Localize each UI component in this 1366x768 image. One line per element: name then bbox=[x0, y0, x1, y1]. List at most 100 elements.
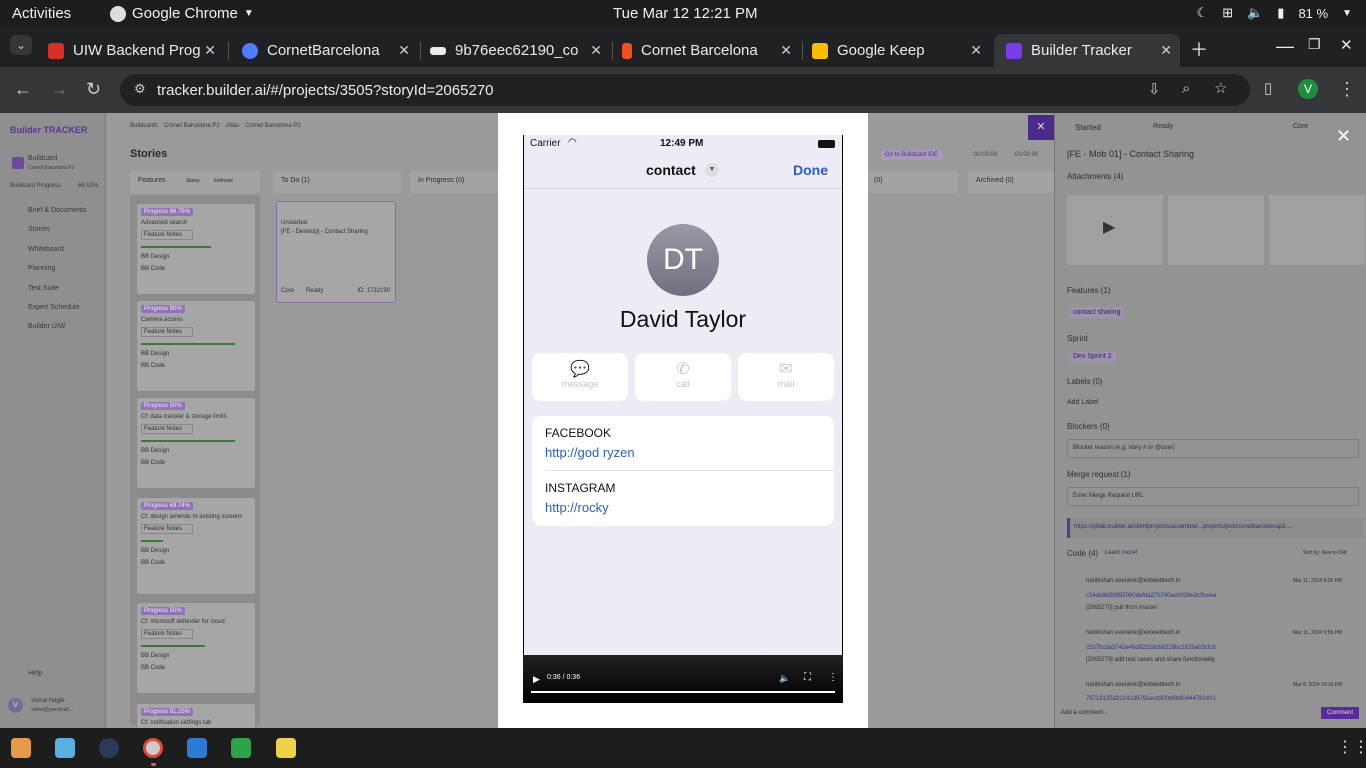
close-icon[interactable]: ✕ bbox=[398, 42, 410, 59]
zoom-icon[interactable]: ⌕ bbox=[1182, 80, 1190, 97]
column-header[interactable]: (0) bbox=[866, 171, 958, 193]
commit-hash[interactable]: c537bcda3742e49d82328cb8226bc1829a03cfc6 bbox=[1086, 645, 1216, 651]
merge-input[interactable]: Enter Merge Request URL bbox=[1067, 487, 1359, 506]
profile-avatar[interactable]: V bbox=[1298, 79, 1318, 99]
feature-notes-button[interactable]: Feature Notes bbox=[141, 424, 193, 434]
fullscreen-icon[interactable]: ⛶ bbox=[804, 672, 811, 683]
install-icon[interactable]: ⇩ bbox=[1148, 80, 1161, 98]
ready-badge: Ready bbox=[1153, 123, 1174, 130]
app-grid-icon[interactable]: ⋮⋮⋮ bbox=[1337, 737, 1366, 757]
back-button[interactable]: ← bbox=[14, 79, 32, 100]
terminal-icon[interactable] bbox=[99, 738, 119, 758]
blocker-input[interactable]: Blocker reason (e.g. story # or @user) bbox=[1067, 439, 1359, 458]
help-link[interactable]: Help bbox=[28, 670, 42, 677]
feature-card[interactable]: Progress 81.25% Cf: notification setting… bbox=[136, 703, 256, 728]
story-title[interactable]: [FE - Mob 01] - Contact Sharing bbox=[1067, 149, 1194, 159]
side-panel-icon[interactable]: ▯ bbox=[1264, 79, 1272, 97]
reload-button[interactable]: ↻ bbox=[86, 79, 101, 100]
launcher-icon[interactable] bbox=[11, 738, 31, 758]
clock[interactable]: Tue Mar 12 12:21 PM bbox=[613, 5, 758, 22]
column-header-in-progress[interactable]: In Progress (0) bbox=[410, 171, 500, 193]
close-icon[interactable]: ✕ bbox=[1160, 42, 1172, 59]
menu-icon[interactable]: ⋮ bbox=[1338, 79, 1356, 100]
tab-active[interactable]: Builder Tracker ✕ bbox=[994, 34, 1180, 67]
breadcrumb-item[interactable]: Buildcards bbox=[130, 123, 158, 129]
tab[interactable]: Google Keep ✕ bbox=[800, 34, 990, 67]
breadcrumb-item[interactable]: Cornet Barcelona P2 bbox=[164, 123, 220, 129]
status-dropdown[interactable]: Started bbox=[1075, 123, 1101, 132]
video-progress-bar[interactable] bbox=[531, 691, 835, 693]
sidebar-item-stories[interactable]: Stories bbox=[28, 226, 50, 233]
tab-search-button[interactable]: ⌄ bbox=[10, 35, 33, 55]
feature-notes-button[interactable]: Feature Notes bbox=[141, 524, 193, 534]
attachment-thumb[interactable] bbox=[1168, 195, 1264, 265]
close-icon[interactable]: ✕ bbox=[780, 42, 792, 59]
sidebar-item-whiteboard[interactable]: Whiteboard bbox=[28, 246, 64, 253]
files-icon[interactable] bbox=[55, 738, 75, 758]
feature-card[interactable]: Progress 86.75% Advanced search Feature … bbox=[136, 203, 256, 295]
add-label-input[interactable]: Add Label bbox=[1067, 399, 1099, 406]
status-toggle-label: Status bbox=[185, 178, 200, 184]
comment-button[interactable]: Comment bbox=[1321, 707, 1360, 719]
close-modal-button[interactable]: ✕ bbox=[1336, 126, 1351, 147]
sidebar-item-builder-uiw[interactable]: Builder UIW bbox=[28, 323, 65, 330]
battery-icon bbox=[818, 140, 835, 148]
breadcrumb-item[interactable]: Atlas bbox=[226, 123, 239, 129]
notes-icon[interactable] bbox=[276, 738, 296, 758]
system-tray[interactable]: ☾ ⊞ 🔈 ▮ 81 % ▼ bbox=[1197, 5, 1352, 21]
mute-icon[interactable]: 🔈 bbox=[779, 673, 790, 684]
close-window-button[interactable]: ✕ bbox=[1340, 36, 1353, 54]
feature-card[interactable]: Progress 69.74% Cf: design amends to exi… bbox=[136, 497, 256, 595]
sort-dropdown[interactable]: Sort by: New to Old bbox=[1303, 550, 1346, 556]
bookmark-star-icon[interactable]: ☆ bbox=[1214, 79, 1227, 97]
site-info-icon[interactable]: ⚙ bbox=[134, 81, 146, 97]
column-header-archived[interactable]: Archived (0) bbox=[968, 171, 1054, 193]
commit-hash[interactable]: c34de9d3b995090defda27b740acb026e3c9ceea bbox=[1086, 593, 1216, 599]
close-panel-button[interactable]: ✕ bbox=[1028, 115, 1054, 140]
maximize-button[interactable]: ❐ bbox=[1308, 36, 1321, 53]
more-icon[interactable]: ⋮ bbox=[828, 672, 838, 683]
feature-tag[interactable]: contact sharing bbox=[1069, 307, 1125, 318]
forward-button[interactable]: → bbox=[50, 79, 68, 100]
vscode-icon[interactable] bbox=[187, 738, 207, 758]
buildcard-label[interactable]: Buildcard bbox=[28, 155, 57, 162]
sidebar-item-expert-schedule[interactable]: Expert Schedule bbox=[28, 304, 79, 311]
feature-notes-button[interactable]: Feature Notes bbox=[141, 327, 193, 337]
commit-hash[interactable]: 78718125d22241d9791ecd300d6b80444781401 bbox=[1086, 696, 1216, 702]
todo-story-card[interactable]: Unstarted [FE - Desktop] - Contact Shari… bbox=[276, 201, 396, 303]
column-header-todo[interactable]: To Do (1) bbox=[273, 171, 401, 193]
sprint-tag[interactable]: Dev Sprint 2 bbox=[1069, 351, 1116, 362]
merge-link[interactable]: https://gitlab.builder.ai/clientprojects… bbox=[1067, 518, 1363, 538]
feature-notes-button[interactable]: Feature Notes bbox=[141, 230, 193, 240]
tab[interactable]: UIW Backend Prog ✕ bbox=[36, 34, 224, 67]
attachment-thumb[interactable]: ▶ bbox=[1067, 195, 1163, 265]
column-header-features[interactable]: Features Status Estimate bbox=[130, 171, 260, 193]
message-icon: 💬 bbox=[570, 361, 590, 378]
close-icon[interactable]: ✕ bbox=[590, 42, 602, 59]
feature-notes-button[interactable]: Feature Notes bbox=[141, 629, 193, 639]
close-icon[interactable]: ✕ bbox=[970, 42, 982, 59]
app-menu[interactable]: Google Chrome ▼ bbox=[110, 5, 254, 22]
sidebar-item-planning[interactable]: Planning bbox=[28, 265, 55, 272]
new-tab-button[interactable]: ＋ bbox=[1190, 36, 1208, 62]
attachment-thumb[interactable] bbox=[1269, 195, 1365, 265]
sidebar-item-test-suite[interactable]: Test Suite bbox=[28, 285, 59, 292]
play-button[interactable]: ▶ bbox=[533, 674, 540, 685]
tab[interactable]: Cornet Barcelona ✕ bbox=[610, 34, 800, 67]
feature-card[interactable]: Progress 80% Camera access Feature Notes… bbox=[136, 300, 256, 392]
chat-icon[interactable] bbox=[231, 738, 251, 758]
sidebar-item-brief[interactable]: Brief & Documents bbox=[28, 207, 86, 214]
feature-card[interactable]: Progress 50% Cf: data transfer & storage… bbox=[136, 397, 256, 489]
address-bar[interactable]: ⚙ tracker.builder.ai/#/projects/3505?sto… bbox=[120, 74, 1250, 106]
play-icon: ▶ bbox=[1103, 219, 1116, 236]
goto-ide-button[interactable]: Go to Buildcard IDE bbox=[881, 150, 943, 160]
comment-input[interactable]: Add a comment... bbox=[1061, 710, 1301, 716]
feature-card[interactable]: Progress 50% Cf: microsoft defender for … bbox=[136, 602, 256, 694]
chrome-icon[interactable] bbox=[143, 738, 163, 758]
minimize-button[interactable]: — bbox=[1276, 36, 1294, 57]
tab[interactable]: 9b76eec62190_co ✕ bbox=[418, 34, 610, 67]
tab[interactable]: CornetBarcelona ✕ bbox=[230, 34, 418, 67]
activities-button[interactable]: Activities bbox=[12, 5, 71, 22]
learn-more-link[interactable]: Learn more! bbox=[1105, 550, 1137, 556]
close-icon[interactable]: ✕ bbox=[204, 42, 216, 59]
